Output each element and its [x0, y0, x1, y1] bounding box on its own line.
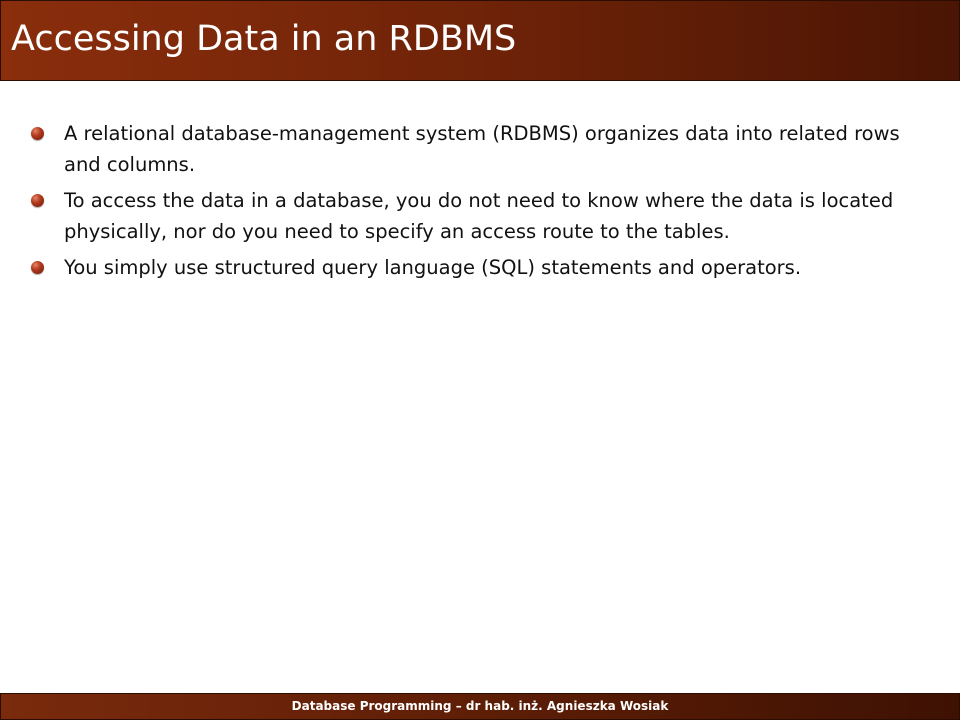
- bullet-dot-icon: [31, 194, 44, 207]
- bullet-item: To access the data in a database, you do…: [30, 185, 930, 247]
- slide-content: A relational database-management system …: [30, 118, 930, 288]
- bullet-text: A relational database-management system …: [64, 122, 900, 176]
- title-bar: Accessing Data in an RDBMS: [0, 0, 960, 81]
- bullet-text: You simply use structured query language…: [64, 256, 802, 279]
- slide-title: Accessing Data in an RDBMS: [11, 19, 517, 59]
- bullet-dot-icon: [31, 127, 44, 140]
- bullet-text: To access the data in a database, you do…: [64, 189, 894, 243]
- bullet-item: You simply use structured query language…: [30, 252, 930, 283]
- footer-bar: Database Programming – dr hab. inż. Agni…: [0, 693, 960, 720]
- bullet-item: A relational database-management system …: [30, 118, 930, 180]
- footer-text: Database Programming – dr hab. inż. Agni…: [291, 699, 669, 713]
- bullet-list: A relational database-management system …: [30, 118, 930, 283]
- bullet-dot-icon: [31, 261, 44, 274]
